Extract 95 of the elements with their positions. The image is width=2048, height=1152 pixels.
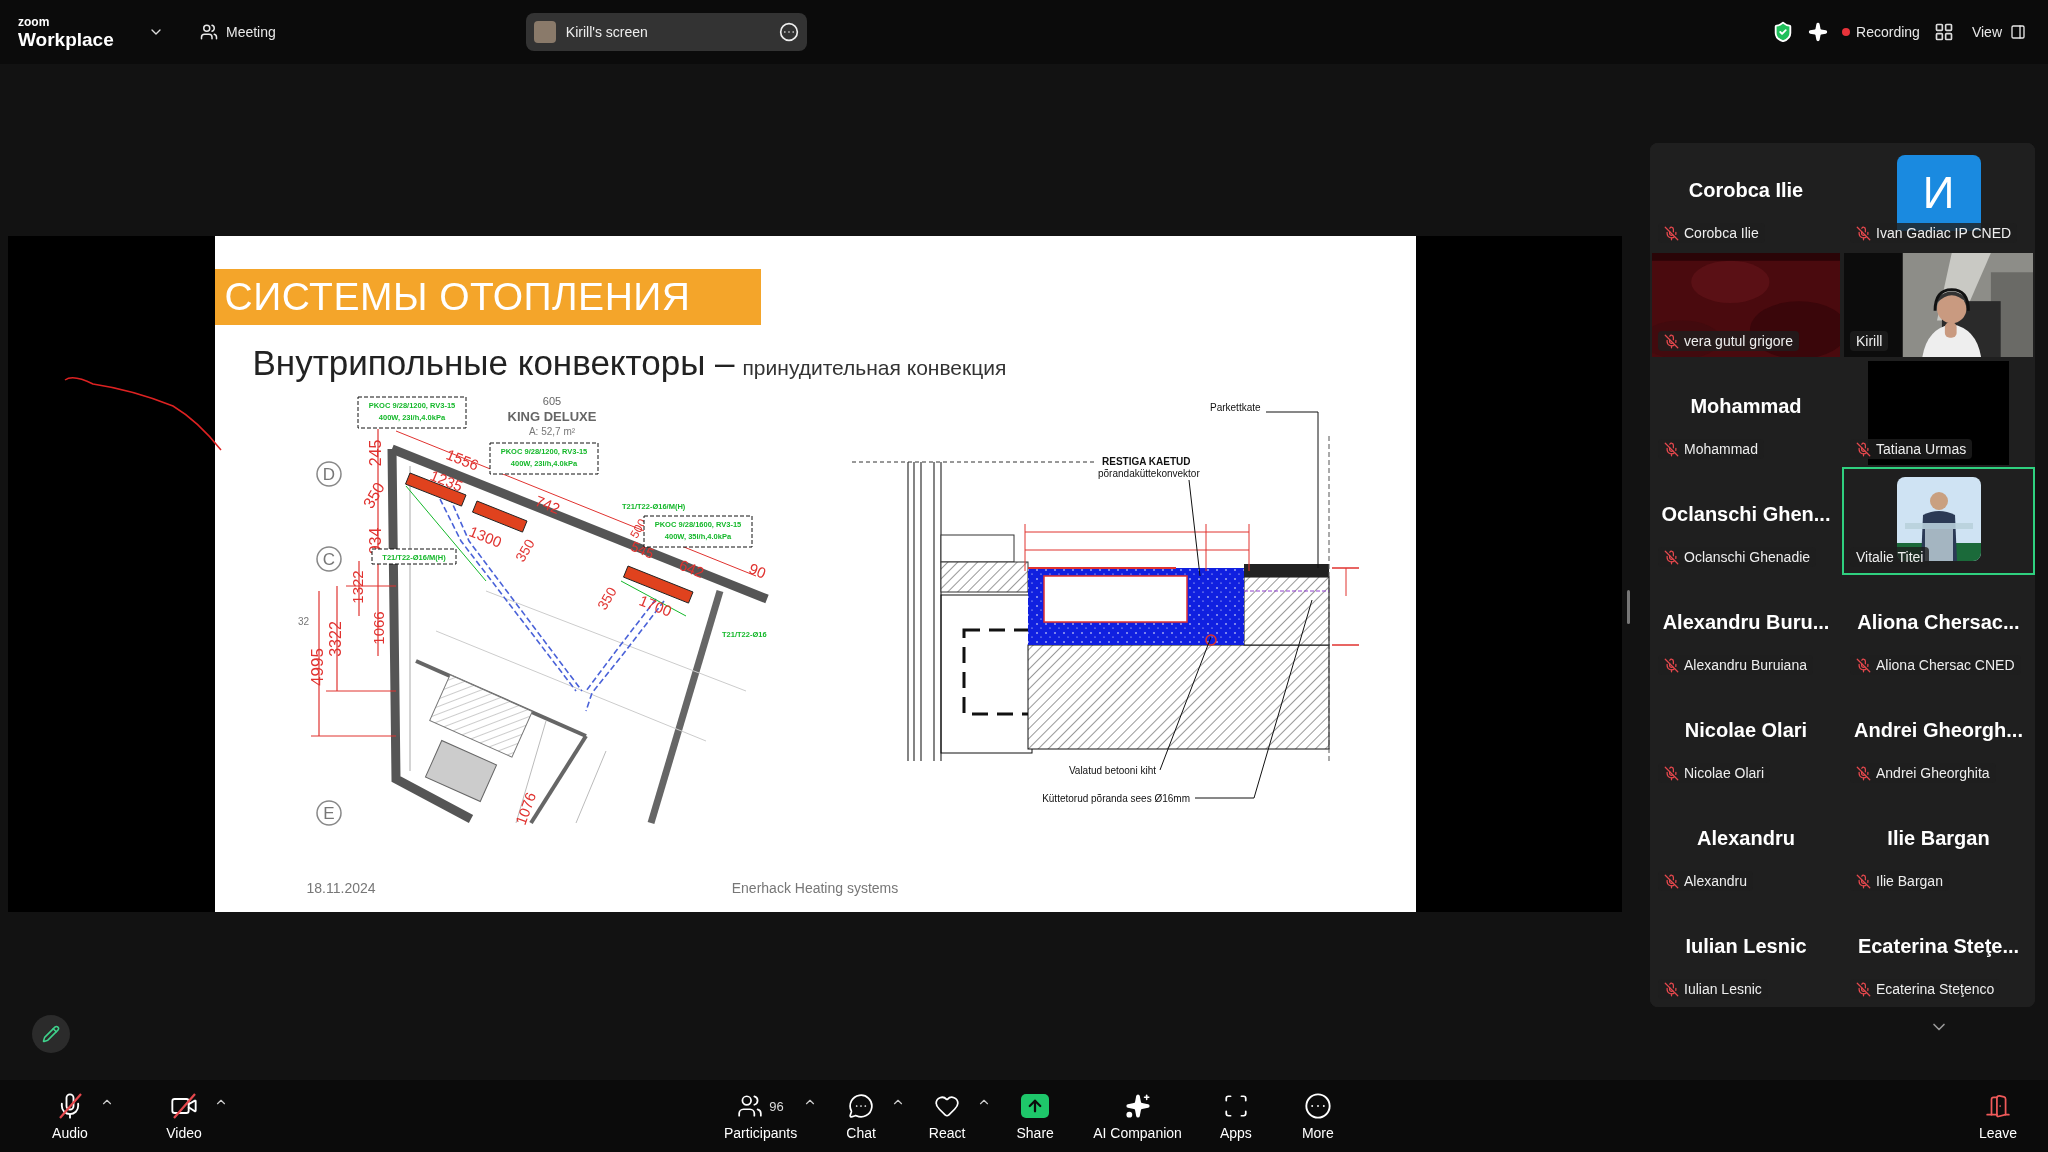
muted-microphone-icon	[1664, 549, 1679, 565]
muted-microphone-icon	[1664, 657, 1679, 673]
recording-indicator[interactable]: Recording	[1842, 24, 1920, 40]
participant-name: Ecaterina Steţe...	[1857, 935, 2020, 958]
slide-footer: Enerhack Heating systems	[731, 880, 899, 896]
share-button[interactable]: Share	[1005, 1087, 1066, 1145]
apps-button[interactable]: Apps	[1205, 1087, 1266, 1145]
sparkle-icon	[1124, 1093, 1151, 1119]
chat-button[interactable]: Chat	[831, 1087, 892, 1145]
muted-microphone-icon	[1664, 765, 1679, 781]
dimension-label: 1322	[348, 570, 366, 604]
share-icon	[1021, 1094, 1050, 1118]
dimension-label: 1076	[511, 789, 539, 826]
muted-microphone-icon	[1664, 981, 1679, 997]
participant-name: Corobca Ilie	[1688, 179, 1804, 202]
dimension-label: 642	[676, 556, 706, 582]
level-mark: 32	[297, 616, 309, 627]
ai-button[interactable]: AI Companion	[1087, 1087, 1188, 1145]
participant-label: Kirill	[1850, 331, 1889, 351]
muted-microphone-icon	[1856, 225, 1871, 241]
dimension-label: 1066	[369, 611, 387, 645]
dimension-label: 350	[359, 479, 388, 512]
room-number: 605	[542, 395, 561, 407]
muted-microphone-icon	[1856, 981, 1871, 997]
room-name: KING DELUXE	[507, 409, 596, 424]
muted-microphone-icon	[1856, 765, 1871, 781]
people-icon	[200, 23, 218, 41]
participants-icon	[737, 1093, 764, 1119]
muted-microphone-icon	[1856, 873, 1871, 889]
dimension-label: 350	[593, 584, 620, 613]
participant-label: vera gutul grigore	[1658, 331, 1799, 351]
muted-microphone-icon	[1856, 441, 1871, 457]
dimension-label: 742	[532, 492, 562, 518]
participant-tile[interactable]: Vitalie Titei	[1842, 467, 2035, 575]
dimension-label: 245	[366, 439, 384, 467]
participant-name: Ilie Bargan	[1887, 827, 1990, 850]
apps-icon	[1222, 1093, 1249, 1119]
logo-small-text: zoom	[18, 15, 51, 28]
participant-name: Iulian Lesnic	[1685, 935, 1807, 958]
participant-name: Mohammad	[1690, 395, 1802, 418]
participant-tile[interactable]: Kirill	[1842, 251, 2035, 359]
dimension-label: 350	[511, 536, 538, 565]
participant-tile[interactable]: vera gutul grigore	[1650, 251, 1842, 359]
video-button[interactable]: Video	[154, 1087, 214, 1145]
muted-microphone-icon	[1664, 873, 1679, 889]
more-button[interactable]: More	[1287, 1087, 1348, 1145]
grid-icon[interactable]	[1933, 22, 1954, 42]
dimension-label: 90	[746, 559, 768, 582]
heart-icon	[934, 1093, 961, 1119]
view-button[interactable]: View	[1967, 20, 2030, 44]
axis-marker: E	[315, 800, 342, 826]
audio-button[interactable]: Audio	[40, 1087, 100, 1145]
muted-microphone-icon	[1664, 333, 1679, 349]
logo-text: Workplace	[18, 29, 115, 49]
slide-heading: Внутрипольные конвекторы –	[252, 343, 735, 383]
participant-name: Nicolae Olari	[1684, 719, 1808, 742]
muted-microphone-icon	[1856, 657, 1871, 673]
axis-marker: C	[315, 546, 342, 572]
meeting-button[interactable]: Meeting	[196, 19, 280, 45]
participant-name: Alexandru Buru...	[1662, 611, 1830, 634]
panel-icon	[2010, 24, 2026, 40]
door-icon	[1985, 1093, 2011, 1119]
more-icon	[778, 22, 799, 42]
muted-microphone-icon	[1664, 225, 1679, 241]
resize-handle[interactable]	[1627, 590, 1630, 624]
chat-icon	[848, 1093, 875, 1119]
participant-name: Oclanschi Ghen...	[1661, 503, 1831, 526]
drawing-label: põrandaküttekonvektor	[1097, 468, 1200, 479]
sparkle-icon[interactable]	[1808, 22, 1829, 42]
dimension-label: 1300	[466, 522, 504, 551]
drawing-label: Parkettkate	[1209, 402, 1261, 413]
axis-marker: D	[315, 461, 342, 487]
slide-banner: СИСТЕМЫ ОТОПЛЕНИЯ	[214, 269, 761, 325]
pencil-icon	[42, 1025, 60, 1043]
drawing-label: Küttetorud põranda sees Ø16mm	[1041, 793, 1190, 804]
drawing-label: RESTIGA KAETUD	[1101, 456, 1191, 467]
room-area: A: 52,7 m²	[528, 426, 575, 437]
participant-name: Alexandru	[1697, 827, 1795, 850]
leave-button[interactable]: Leave	[1968, 1087, 2028, 1145]
react-button[interactable]: React	[917, 1087, 978, 1145]
more-icon	[1303, 1092, 1332, 1120]
participants-button[interactable]: 96 Participants	[718, 1087, 804, 1145]
user-avatar-icon	[533, 21, 556, 43]
slide-date: 18.11.2024	[305, 880, 377, 896]
shared-screen-pill[interactable]: Kirill's screen	[525, 13, 807, 51]
convector	[404, 472, 466, 507]
drawing-label: Valatud betooni kiht	[1068, 765, 1156, 776]
muted-microphone-icon	[1664, 441, 1679, 457]
dimension-label: 1700	[636, 591, 674, 620]
slide-subheading: принудительная конвекция	[742, 356, 1007, 380]
dimension-label: 4995	[308, 648, 327, 686]
participant-name: Andrei Gheorgh...	[1854, 719, 2023, 742]
participant-name: Aliona Chersac...	[1857, 611, 2020, 634]
dimension-label: 3322	[326, 621, 344, 657]
annotate-button[interactable]	[32, 1015, 70, 1053]
